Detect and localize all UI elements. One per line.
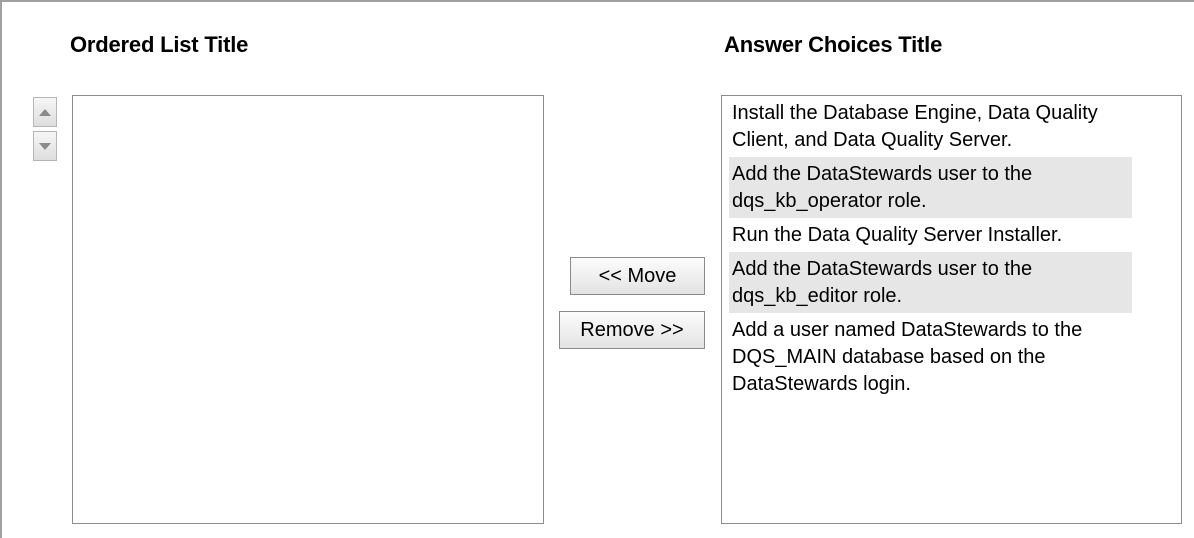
answer-choice-item[interactable]: Add a user named DataStewards to the DQS… (729, 313, 1132, 401)
move-button[interactable]: << Move (570, 257, 705, 295)
answer-choice-item[interactable]: Add the DataStewards user to the dqs_kb_… (729, 157, 1132, 218)
answer-choice-item[interactable]: Run the Data Quality Server Installer. (729, 218, 1132, 252)
answer-choices-list: Install the Database Engine, Data Qualit… (721, 95, 1182, 524)
arrow-down-icon (39, 142, 51, 150)
arrow-up-icon (39, 108, 51, 116)
question-panel: Ordered List Title Answer Choices Title … (0, 0, 1194, 538)
ordered-list-box[interactable] (72, 95, 544, 524)
ordered-list-title: Ordered List Title (70, 32, 249, 57)
remove-button[interactable]: Remove >> (559, 311, 705, 349)
move-up-button[interactable] (33, 97, 57, 127)
answer-choices-title: Answer Choices Title (724, 32, 943, 57)
answer-choice-item[interactable]: Install the Database Engine, Data Qualit… (729, 96, 1132, 157)
move-down-button[interactable] (33, 131, 57, 161)
answer-choice-item[interactable]: Add the DataStewards user to the dqs_kb_… (729, 252, 1132, 313)
